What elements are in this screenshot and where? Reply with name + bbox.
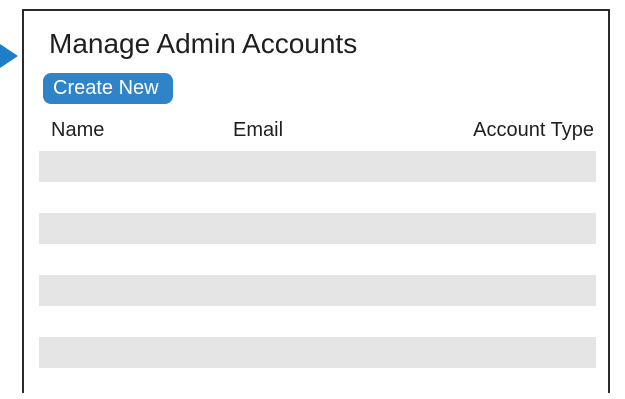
column-header-account-type[interactable]: Account Type — [473, 119, 594, 142]
column-header-email[interactable]: Email — [233, 119, 283, 142]
arrow-right-icon — [0, 44, 18, 68]
admin-accounts-panel: Manage Admin Accounts Create New Name Em… — [22, 9, 610, 393]
table-row[interactable] — [39, 213, 596, 244]
table-header: Name Email Account Type — [24, 119, 608, 145]
table-row[interactable] — [39, 275, 596, 306]
page-title: Manage Admin Accounts — [49, 28, 358, 59]
table-row[interactable] — [39, 151, 596, 182]
table-row[interactable] — [39, 337, 596, 368]
column-header-name[interactable]: Name — [51, 119, 104, 142]
accounts-table-body — [39, 151, 596, 399]
create-new-button[interactable]: Create New — [43, 73, 173, 104]
